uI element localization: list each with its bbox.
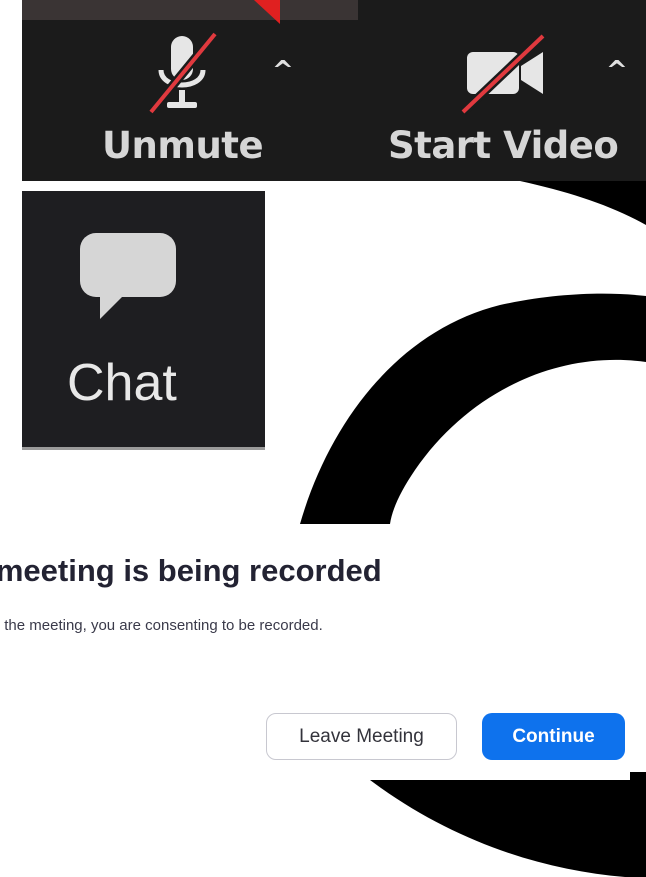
start-video-button[interactable]: Start Video (388, 28, 619, 167)
chat-button[interactable]: Chat (22, 191, 265, 450)
microphone-muted-icon (143, 28, 223, 120)
upper-arc (300, 293, 646, 524)
audio-options-caret-icon[interactable]: ^ (272, 56, 294, 86)
red-arrow-annotation (254, 0, 280, 24)
unmute-button[interactable]: Unmute (102, 28, 264, 167)
video-preview-strip (22, 0, 358, 24)
unmute-label: Unmute (102, 124, 264, 167)
top-right-wedge (520, 181, 646, 225)
chat-bubble-icon (80, 233, 176, 319)
start-video-label: Start Video (388, 124, 619, 167)
camera-off-icon (453, 28, 553, 120)
video-options-caret-icon[interactable]: ^ (606, 56, 628, 86)
continue-button[interactable]: Continue (482, 713, 625, 760)
meeting-toolbar: Unmute ^ Start Video ^ (22, 0, 646, 181)
leave-meeting-button[interactable]: Leave Meeting (266, 713, 457, 760)
dialog-message: nuing to be in the meeting, you are cons… (0, 617, 323, 634)
dialog-title: s meeting is being recorded (0, 553, 382, 588)
recording-consent-dialog: s meeting is being recorded nuing to be … (0, 524, 630, 780)
lower-arc (370, 772, 646, 877)
chat-label: Chat (67, 354, 177, 412)
